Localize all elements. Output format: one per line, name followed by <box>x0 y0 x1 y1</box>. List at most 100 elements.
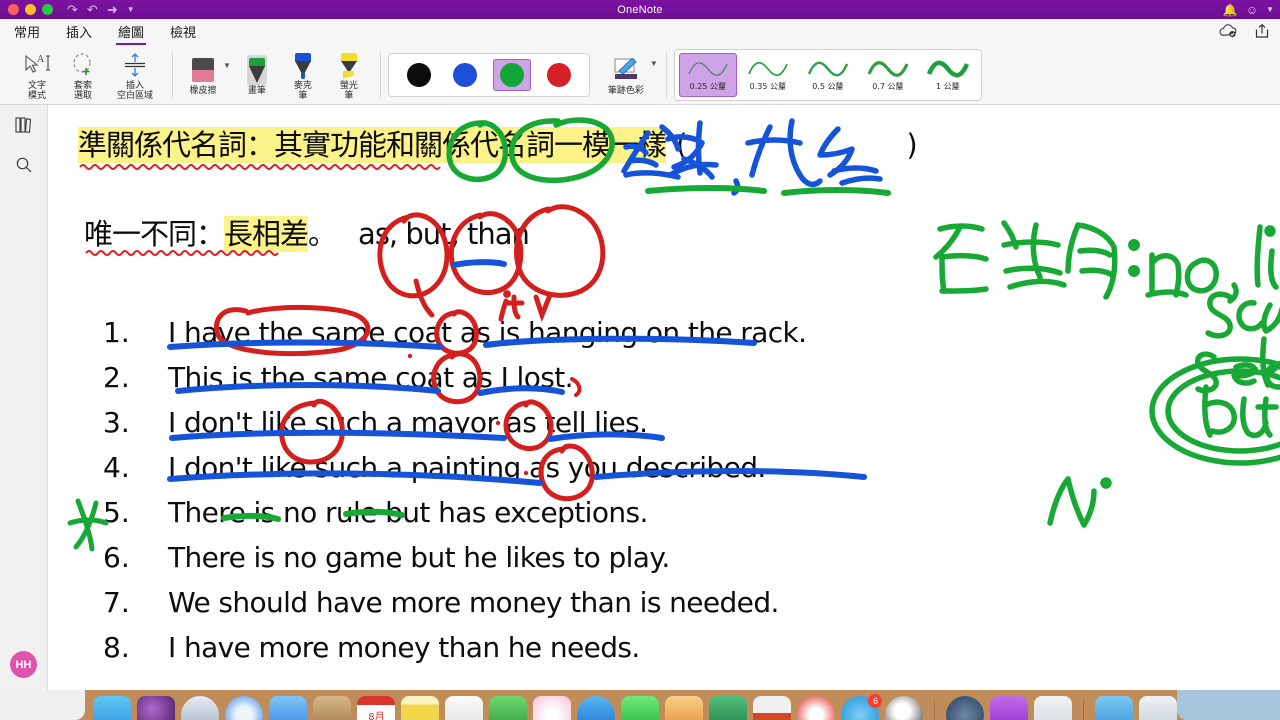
thickness-035[interactable]: 0.35 公釐 <box>739 53 797 97</box>
dock-item-powerpoint[interactable] <box>753 696 792 720</box>
page-heading-1: 準關係代名詞：其實功能和關係代名詞一模一樣 () <box>78 122 918 164</box>
list-item-6-number: 6. <box>103 541 130 574</box>
dock-item-numbers[interactable] <box>489 696 528 720</box>
lasso-select-tool[interactable]: 套索 選取 <box>60 48 106 101</box>
pen-label: 畫筆 <box>247 86 266 96</box>
green-star-mark <box>67 498 109 552</box>
thickness-07-label: 0.7 公釐 <box>872 82 904 91</box>
thickness-07[interactable]: 0.7 公釐 <box>859 53 917 97</box>
cloud-check-icon[interactable] <box>1219 23 1238 43</box>
list-item-2-number: 2. <box>103 361 130 394</box>
red-dot-stray-1 <box>407 353 413 359</box>
green-handwriting-scarcely <box>1205 291 1280 339</box>
tab-home[interactable]: 常用 <box>12 20 42 44</box>
dock-item-keynote[interactable] <box>445 696 484 720</box>
list-item-5-text: There is no rule but has exceptions. <box>168 496 648 529</box>
blue-underline-but <box>451 259 507 268</box>
dock-item-notes[interactable] <box>401 696 440 720</box>
list-item-6-text: There is no game but he likes to play. <box>168 541 670 574</box>
pen-tool[interactable]: 畫筆 <box>234 53 280 96</box>
share-icon[interactable] <box>1254 23 1270 43</box>
dock-item-downloads[interactable] <box>1095 696 1134 720</box>
ribbon-tabs: 常用 插入 繪圖 檢視 <box>0 19 1280 45</box>
titlebar-right-icons: 🔔 ☺ ▼ <box>1223 3 1274 17</box>
list-item-5-number: 5. <box>103 496 130 529</box>
lasso-select-label-1: 套索 <box>73 81 92 91</box>
search-icon[interactable] <box>0 145 48 185</box>
note-canvas[interactable]: 準關係代名詞：其實功能和關係代名詞一模一樣 () 唯一不同：長相差。 as, but… <box>48 105 1280 690</box>
eraser-label: 橡皮擦 <box>189 86 217 96</box>
text-mode-label-2: 模式 <box>27 91 46 101</box>
swatch-green[interactable] <box>492 58 531 91</box>
red-circle-than-word <box>514 204 606 298</box>
spellcheck-squiggle-heading1 <box>79 164 441 170</box>
dock-item-pages[interactable] <box>665 696 704 720</box>
swatch-red[interactable] <box>541 60 577 90</box>
red-circle-as-tail <box>413 278 435 318</box>
dock-item-contacts[interactable] <box>313 696 352 720</box>
dock-separator-2 <box>1083 700 1085 720</box>
dock-item-safari[interactable] <box>225 696 264 720</box>
dock-item-launchpad[interactable] <box>137 696 176 720</box>
avatar[interactable]: HH <box>10 651 37 678</box>
ribbon: 常用 插入 繪圖 檢視 A 文字 模式 套索 選取 插入 空白區域 橡皮擦 ▼ … <box>0 19 1280 105</box>
dock-item-siri[interactable] <box>181 696 220 720</box>
dock-item-mail[interactable] <box>269 696 308 720</box>
ribbon-body: A 文字 模式 套索 選取 插入 空白區域 橡皮擦 ▼ 畫筆 麥克 筆 螢光 筆… <box>0 45 1280 104</box>
ink-color-chevron-down-icon[interactable]: ▼ <box>650 59 658 68</box>
marker-tool[interactable]: 麥克 筆 <box>280 48 326 101</box>
list-item-1-text: I have the same coat as is hanging on th… <box>168 316 807 349</box>
chevron-down-icon[interactable]: ▼ <box>1266 5 1274 14</box>
svg-text:A: A <box>37 54 45 65</box>
list-item-3-number: 3. <box>103 406 130 439</box>
window-title: OneNote <box>617 3 663 16</box>
ink-color-tool[interactable]: 筆跡色彩 <box>600 53 652 96</box>
dock-item-terminal[interactable] <box>709 696 748 720</box>
marker-icon <box>293 50 313 80</box>
highlighter-label-2: 筆 <box>344 91 354 101</box>
tab-insert[interactable]: 插入 <box>64 20 94 44</box>
eraser-chevron-down-icon[interactable]: ▼ <box>223 61 231 70</box>
swatch-blue[interactable] <box>447 60 483 90</box>
notebooks-icon[interactable] <box>0 105 48 145</box>
window-bottom-corner <box>0 690 86 720</box>
swatch-black[interactable] <box>401 60 437 90</box>
dock-item-acrobat[interactable] <box>797 696 836 720</box>
green-circled-but <box>1149 356 1280 466</box>
thickness-05[interactable]: 0.5 公釐 <box>799 53 857 97</box>
bell-icon[interactable]: 🔔 <box>1223 3 1238 17</box>
highlighter-icon <box>339 50 359 80</box>
dock-item-onedrive[interactable] <box>990 696 1029 720</box>
dock-item-messages[interactable] <box>621 696 660 720</box>
eraser-tool[interactable]: 橡皮擦 <box>180 53 226 96</box>
ink-color-pen-icon <box>610 55 642 85</box>
dock-item-preview[interactable] <box>1034 696 1073 720</box>
dock-item-trash[interactable] <box>1139 696 1178 720</box>
list-item-2-text: This is the same coat as I lost. <box>168 361 574 394</box>
text-mode-tool[interactable]: A 文字 模式 <box>14 48 60 101</box>
dock-item-skype[interactable]: 6 <box>841 694 883 720</box>
dock-item-appstore[interactable] <box>577 696 616 720</box>
ribbon-group-colors: 筆跡色彩 ▼ <box>379 45 666 104</box>
dock-item-calendar[interactable]: 8月 <box>357 696 396 720</box>
list-item-8-text: I have more money than he needs. <box>168 631 640 664</box>
insert-space-tool[interactable]: 插入 空白區域 <box>106 48 164 101</box>
pen-icon <box>246 55 267 85</box>
thickness-1[interactable]: 1 公釐 <box>919 53 977 97</box>
dock-item-finder[interactable] <box>93 696 132 720</box>
tab-draw[interactable]: 繪圖 <box>116 20 147 45</box>
text-cursor-icon: A <box>22 50 52 80</box>
onenote-window: ↷ ↶ ➜ ▼ OneNote 🔔 ☺ ▼ 常用 插入 繪圖 檢視 A 文字 模… <box>0 0 1280 720</box>
dock-item-onenote[interactable] <box>885 696 924 720</box>
thickness-05-label: 0.5 公釐 <box>812 82 844 91</box>
dock-calendar-day: 8月 <box>368 712 385 720</box>
insert-space-icon <box>120 50 150 80</box>
dock-item-photos[interactable] <box>533 696 572 720</box>
dock-separator <box>934 700 936 720</box>
smiley-icon[interactable]: ☺ <box>1246 3 1258 17</box>
dock-item-zoom[interactable] <box>946 696 985 720</box>
thickness-025[interactable]: 0.25 公釐 <box>678 52 737 97</box>
tab-view[interactable]: 檢視 <box>168 20 198 44</box>
highlighter-tool[interactable]: 螢光 筆 <box>326 48 372 101</box>
heading2-highlighted-text: 長相差 <box>224 216 309 252</box>
